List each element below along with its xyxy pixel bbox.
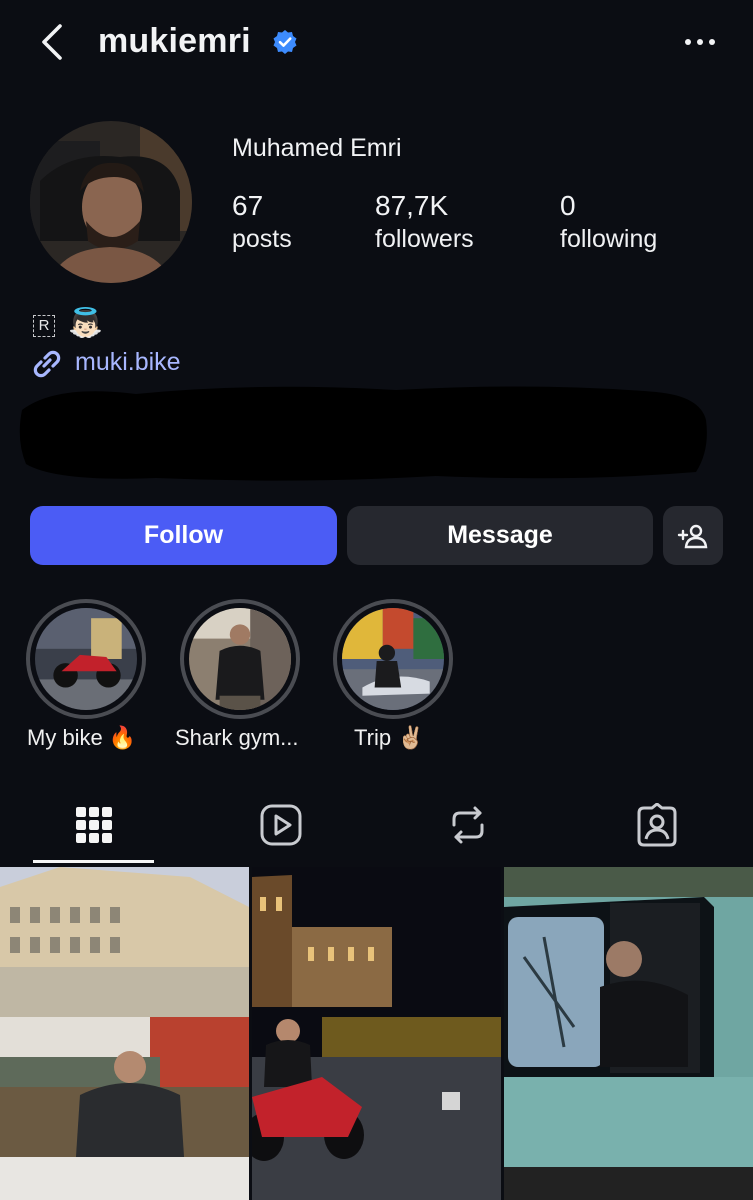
- posts-count: 67: [232, 190, 264, 221]
- suggest-people-button[interactable]: [663, 506, 723, 565]
- following-stat[interactable]: 0 following: [560, 189, 657, 255]
- post-thumbnail[interactable]: [252, 867, 501, 1200]
- verified-badge-icon: [273, 30, 297, 54]
- bio-emoji: 👼🏻: [68, 307, 103, 338]
- top-bar: mukiemri: [0, 0, 753, 86]
- highlight-cover-image: [35, 608, 137, 710]
- message-button[interactable]: Message: [347, 506, 653, 565]
- ellipsis-icon[interactable]: [682, 30, 722, 54]
- reels-icon[interactable]: [259, 803, 303, 847]
- posts-stat[interactable]: 67 posts: [232, 189, 292, 255]
- followers-stat[interactable]: 87,7K followers: [375, 189, 474, 255]
- grid-icon[interactable]: [72, 803, 116, 847]
- highlight-ring: [26, 599, 146, 719]
- chevron-left-icon[interactable]: [34, 22, 74, 62]
- profile-avatar[interactable]: [30, 121, 192, 283]
- post-thumbnail[interactable]: [504, 867, 753, 1200]
- followers-count: 87,7K: [375, 190, 449, 221]
- highlight-shark-gym[interactable]: Shark gym...: [175, 599, 302, 750]
- highlight-label: Shark gym...: [175, 725, 299, 750]
- tagged-icon[interactable]: [635, 803, 679, 847]
- reposts-icon[interactable]: [446, 803, 490, 847]
- profile-full-name: Muhamed Emri: [232, 134, 402, 162]
- highlight-ring: [333, 599, 453, 719]
- following-label: following: [560, 225, 658, 253]
- highlight-label: Trip ✌🏼: [354, 725, 425, 750]
- add-person-icon: [677, 524, 708, 548]
- following-count: 0: [560, 190, 576, 221]
- profile-username: mukiemri: [98, 22, 251, 60]
- active-tab-indicator: [33, 860, 154, 863]
- follow-button[interactable]: Follow: [30, 506, 337, 565]
- highlight-ring: [180, 599, 300, 719]
- highlight-trip[interactable]: Trip ✌🏼: [333, 599, 455, 750]
- link-icon: [33, 350, 61, 378]
- bio-registered-badge: R: [33, 315, 55, 337]
- posts-label: posts: [232, 225, 292, 253]
- bio-link[interactable]: muki.bike: [75, 348, 181, 377]
- highlight-label: My bike 🔥: [27, 725, 137, 750]
- post-thumbnail[interactable]: [0, 867, 249, 1200]
- redacted-bio-text: [19, 386, 707, 481]
- highlight-my-bike[interactable]: My bike 🔥: [26, 599, 148, 750]
- followers-label: followers: [375, 225, 474, 253]
- highlight-cover-image: [189, 608, 291, 710]
- highlight-cover-image: [342, 608, 444, 710]
